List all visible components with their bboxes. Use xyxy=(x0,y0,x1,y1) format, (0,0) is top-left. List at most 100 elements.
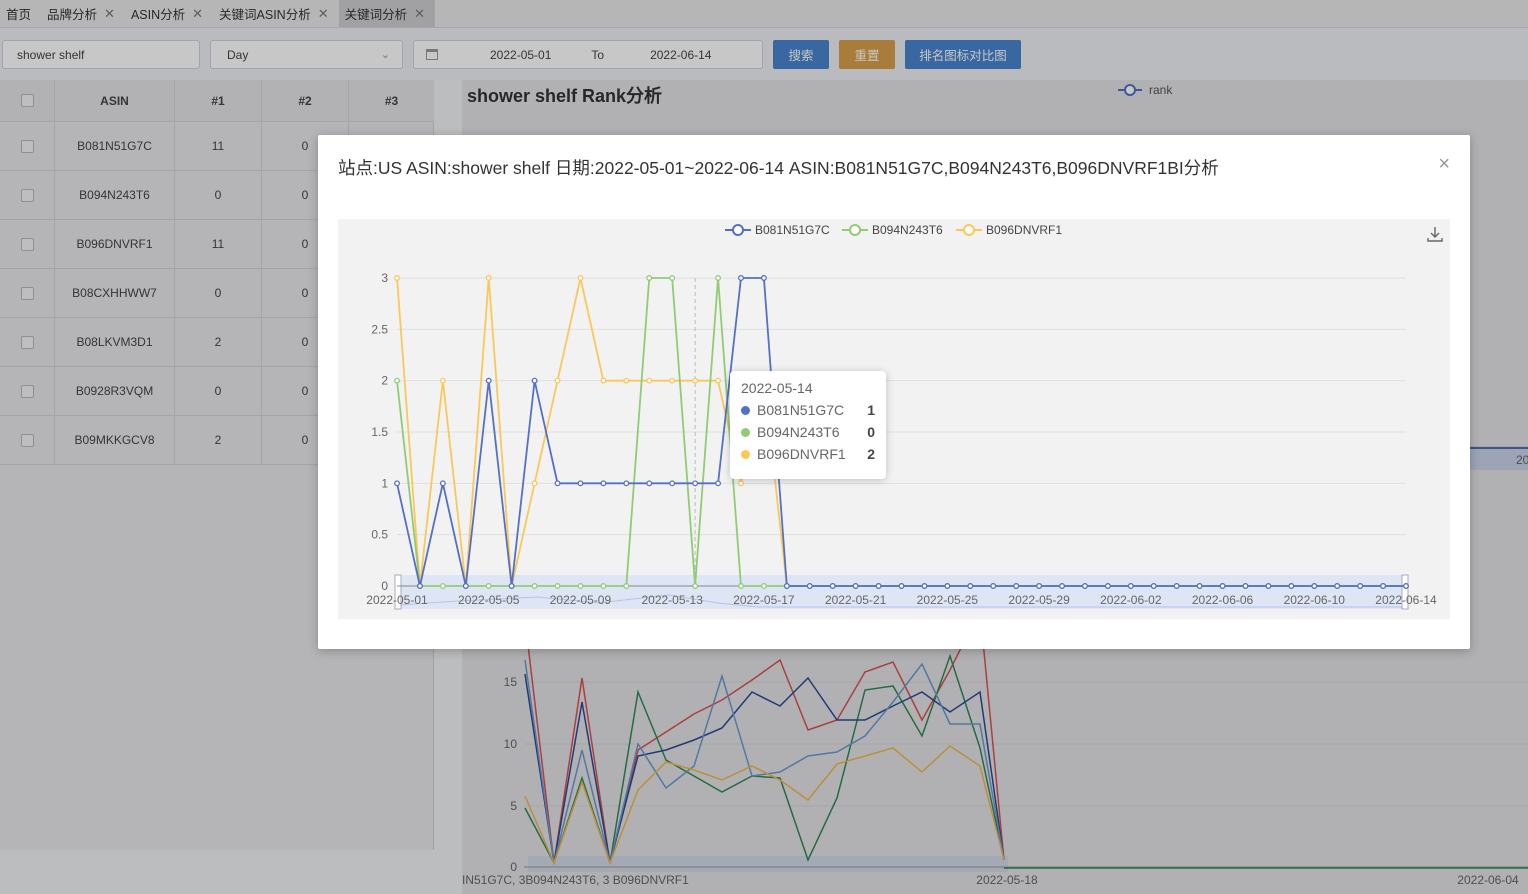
legend-item-B094N243T6[interactable]: B094N243T6 xyxy=(842,223,943,237)
data-point-B081N51G7C[interactable] xyxy=(554,480,561,487)
data-point-B094N243T6[interactable] xyxy=(600,583,607,589)
data-point-B094N243T6[interactable] xyxy=(623,583,630,589)
y-tick-label: 2 xyxy=(381,374,388,388)
data-point-B081N51G7C[interactable] xyxy=(600,480,607,487)
data-point-B081N51G7C[interactable] xyxy=(921,583,928,589)
data-point-B081N51G7C[interactable] xyxy=(485,377,492,384)
data-point-B096DNVRF1[interactable] xyxy=(600,377,607,384)
x-tick-label: 2022-05-29 xyxy=(1008,593,1070,607)
chart-tooltip: 2022-05-14 B081N51G7C 1 B094N243T6 0 B096DNV… xyxy=(730,371,886,479)
legend-label: B094N243T6 xyxy=(872,223,943,237)
data-point-B096DNVRF1[interactable] xyxy=(485,275,492,281)
data-point-B094N243T6[interactable] xyxy=(554,583,561,589)
data-point-B081N51G7C[interactable] xyxy=(1403,583,1409,589)
data-point-B081N51G7C[interactable] xyxy=(669,480,676,487)
tooltip-series-value: 1 xyxy=(867,402,875,418)
data-point-B081N51G7C[interactable] xyxy=(806,583,813,589)
data-point-B096DNVRF1[interactable] xyxy=(394,275,400,281)
data-point-B081N51G7C[interactable] xyxy=(1380,583,1387,589)
data-point-B081N51G7C[interactable] xyxy=(1311,583,1318,589)
data-point-B081N51G7C[interactable] xyxy=(967,583,974,589)
legend-item-B096DNVRF1[interactable]: B096DNVRF1 xyxy=(956,223,1062,237)
y-tick-label: 3 xyxy=(381,271,388,285)
data-point-B094N243T6[interactable] xyxy=(646,275,653,281)
download-icon[interactable] xyxy=(1426,225,1444,243)
data-point-B081N51G7C[interactable] xyxy=(1127,583,1134,589)
data-point-B081N51G7C[interactable] xyxy=(1334,583,1341,589)
data-point-B096DNVRF1[interactable] xyxy=(439,377,446,384)
series-dot-icon xyxy=(741,449,750,459)
data-point-B081N51G7C[interactable] xyxy=(577,480,584,487)
tooltip-series-name: B081N51G7C xyxy=(757,402,845,418)
data-point-B094N243T6[interactable] xyxy=(738,583,744,589)
y-tick-label: 1 xyxy=(381,476,388,490)
data-point-B081N51G7C[interactable] xyxy=(1059,583,1065,589)
x-tick-label: 2022-05-05 xyxy=(458,593,520,607)
data-point-B081N51G7C[interactable] xyxy=(416,583,423,589)
data-point-B081N51G7C[interactable] xyxy=(1150,583,1157,589)
y-tick-label: 0.5 xyxy=(371,528,388,542)
data-point-B081N51G7C[interactable] xyxy=(646,480,653,487)
series-dot-icon xyxy=(741,427,750,437)
data-point-B081N51G7C[interactable] xyxy=(1173,583,1180,589)
data-point-B094N243T6[interactable] xyxy=(760,583,767,589)
data-point-B096DNVRF1[interactable] xyxy=(715,377,721,384)
data-point-B081N51G7C[interactable] xyxy=(760,275,767,281)
legend-label: B096DNVRF1 xyxy=(986,223,1062,237)
data-point-B081N51G7C[interactable] xyxy=(852,583,859,589)
data-point-B081N51G7C[interactable] xyxy=(1036,583,1043,589)
chart-container: 0 0.5 1 1.5 2 2.5 3 2022-05-01 2022-05-05 2022-05… xyxy=(338,219,1450,619)
data-point-B094N243T6[interactable] xyxy=(394,377,400,384)
x-tick-label: 2022-06-10 xyxy=(1284,593,1346,607)
data-point-B094N243T6[interactable] xyxy=(531,583,538,589)
data-point-B081N51G7C[interactable] xyxy=(531,377,538,384)
x-tick-label: 2022-05-21 xyxy=(825,593,887,607)
data-point-B094N243T6[interactable] xyxy=(577,583,584,589)
tooltip-series-value: 0 xyxy=(867,424,875,440)
data-point-B081N51G7C[interactable] xyxy=(623,480,630,487)
data-point-B081N51G7C[interactable] xyxy=(1082,583,1088,589)
data-point-B096DNVRF1[interactable] xyxy=(623,377,630,384)
data-point-B081N51G7C[interactable] xyxy=(715,480,721,487)
data-point-B096DNVRF1[interactable] xyxy=(577,275,584,281)
data-point-B081N51G7C[interactable] xyxy=(1219,583,1226,589)
data-point-B081N51G7C[interactable] xyxy=(990,583,997,589)
data-point-B081N51G7C[interactable] xyxy=(692,480,699,487)
data-point-B081N51G7C[interactable] xyxy=(1357,583,1364,589)
data-point-B081N51G7C[interactable] xyxy=(1288,583,1295,589)
data-point-B081N51G7C[interactable] xyxy=(439,480,446,487)
data-point-B096DNVRF1[interactable] xyxy=(554,377,561,384)
data-point-B094N243T6[interactable] xyxy=(692,583,699,589)
legend-label: B081N51G7C xyxy=(755,223,830,237)
data-point-B081N51G7C[interactable] xyxy=(508,583,515,589)
data-point-B094N243T6[interactable] xyxy=(715,275,721,281)
data-point-B081N51G7C[interactable] xyxy=(1196,583,1203,589)
data-point-B094N243T6[interactable] xyxy=(485,583,492,589)
data-point-B096DNVRF1[interactable] xyxy=(669,377,676,384)
data-point-B096DNVRF1[interactable] xyxy=(692,377,699,384)
data-point-B081N51G7C[interactable] xyxy=(738,275,744,281)
data-point-B081N51G7C[interactable] xyxy=(462,583,469,589)
series-dot-icon xyxy=(741,405,750,415)
data-point-B081N51G7C[interactable] xyxy=(1104,583,1111,589)
data-point-B081N51G7C[interactable] xyxy=(944,583,951,589)
data-point-B081N51G7C[interactable] xyxy=(898,583,905,589)
close-icon[interactable]: × xyxy=(1438,153,1450,176)
data-point-B081N51G7C[interactable] xyxy=(829,583,836,589)
data-point-B081N51G7C[interactable] xyxy=(1013,583,1020,589)
data-point-B081N51G7C[interactable] xyxy=(783,583,790,589)
legend-circle-icon xyxy=(732,224,744,236)
data-point-B081N51G7C[interactable] xyxy=(1242,583,1249,589)
data-point-B094N243T6[interactable] xyxy=(439,583,446,589)
data-point-B094N243T6[interactable] xyxy=(669,275,676,281)
data-point-B096DNVRF1[interactable] xyxy=(738,480,744,487)
x-tick-label: 2022-05-09 xyxy=(550,593,612,607)
data-point-B081N51G7C[interactable] xyxy=(394,480,400,487)
legend-circle-icon xyxy=(963,224,975,236)
data-point-B096DNVRF1[interactable] xyxy=(646,377,653,384)
x-tick-label: 2022-05-01 xyxy=(366,593,428,607)
data-point-B081N51G7C[interactable] xyxy=(1265,583,1272,589)
data-point-B096DNVRF1[interactable] xyxy=(531,480,538,487)
legend-item-B081N51G7C[interactable]: B081N51G7C xyxy=(725,223,830,237)
data-point-B081N51G7C[interactable] xyxy=(875,583,882,589)
